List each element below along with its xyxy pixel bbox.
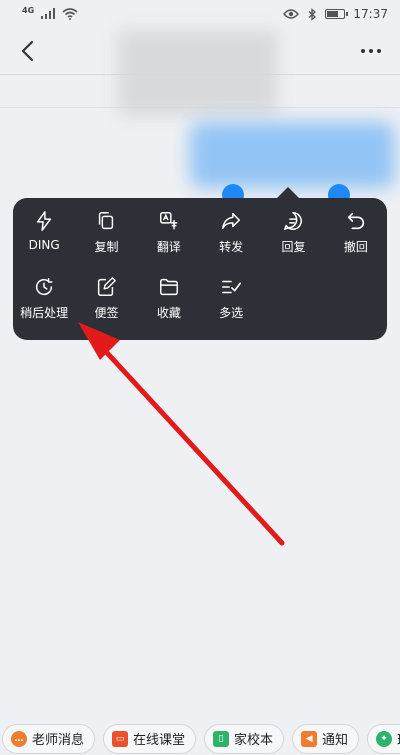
menu-item-favorite[interactable]: 收藏: [138, 276, 200, 328]
blurred-chat-title: [118, 30, 278, 116]
translate-icon: [159, 212, 178, 230]
multiselect-icon: [222, 280, 242, 294]
more-dot-icon: [361, 49, 365, 53]
more-dot-icon: [377, 49, 381, 53]
signal-icon: [41, 8, 56, 19]
note-icon: [98, 277, 117, 296]
class-icon: ✦: [376, 730, 393, 747]
forward-icon: [222, 212, 241, 230]
tag-notice[interactable]: ◀ 通知: [292, 723, 360, 754]
folder-icon: [159, 278, 178, 296]
reply-icon: [284, 212, 303, 230]
menu-item-label: 收藏: [156, 306, 181, 320]
network-type: 4G: [22, 6, 35, 15]
menu-item-label: 复制: [94, 240, 119, 254]
menu-item-ding[interactable]: DING: [13, 210, 75, 262]
back-button[interactable]: [10, 34, 44, 68]
menu-item-label: DING: [28, 238, 60, 252]
menu-item-label: 撤回: [343, 240, 368, 254]
tag-home-school-book[interactable]: ▯ 家校本: [204, 723, 285, 754]
status-right: 17:37: [283, 7, 388, 21]
wifi-icon: [62, 8, 78, 20]
bottom-tag-bar: … 老师消息 ▭ 在线课堂 ▯ 家校本 ◀ 通知 ✦ 班: [0, 722, 400, 755]
tag-label: 家校本: [234, 733, 274, 748]
menu-item-label: 翻译: [156, 240, 181, 254]
menu-item-label: 便签: [94, 306, 119, 320]
menu-item-label: 多选: [219, 306, 244, 320]
book-icon: ▯: [213, 730, 230, 747]
tag-online-classroom[interactable]: ▭ 在线课堂: [103, 723, 197, 754]
menu-item-later[interactable]: 稍后处理: [13, 276, 75, 328]
selected-message-bubble[interactable]: [190, 122, 395, 188]
menu-item-translate[interactable]: 翻译: [138, 210, 200, 262]
classroom-icon: ▭: [112, 730, 129, 747]
menu-item-recall[interactable]: 撤回: [325, 210, 387, 262]
menu-item-label: 稍后处理: [20, 306, 69, 320]
status-left: 4G: [22, 6, 78, 20]
message-context-menu: DING 复制 翻译 转发 回复 撤回 稍后处理 便签 收藏 多选: [13, 198, 387, 340]
eye-icon: [283, 9, 300, 19]
copy-icon: [99, 212, 114, 230]
menu-grid: DING 复制 翻译 转发 回复 撤回 稍后处理 便签 收藏 多选: [13, 210, 387, 328]
lightning-icon: [37, 211, 52, 231]
tag-label: 通知: [322, 733, 349, 748]
back-arrow-icon: [21, 40, 34, 62]
menu-item-label: 转发: [219, 240, 244, 254]
tag-class[interactable]: ✦ 班: [367, 723, 400, 754]
battery-icon: [325, 9, 349, 19]
tag-label: 在线课堂: [133, 733, 186, 748]
status-bar: 4G 17:37: [0, 0, 400, 28]
tag-teacher-messages[interactable]: … 老师消息: [2, 723, 96, 754]
bluetooth-icon: [308, 7, 317, 21]
menu-item-multiselect[interactable]: 多选: [200, 276, 262, 328]
status-time: 17:37: [353, 7, 388, 21]
menu-item-copy[interactable]: 复制: [75, 210, 137, 262]
more-options-button[interactable]: [354, 34, 388, 68]
chat-icon: …: [11, 730, 27, 747]
tag-label: 老师消息: [32, 733, 85, 748]
menu-item-label: 回复: [281, 240, 306, 254]
menu-item-reply[interactable]: 回复: [262, 210, 324, 262]
megaphone-icon: ◀: [301, 730, 318, 747]
clock-icon: [36, 278, 53, 296]
menu-item-forward[interactable]: 转发: [200, 210, 262, 262]
more-dot-icon: [369, 49, 373, 53]
menu-item-note[interactable]: 便签: [75, 276, 137, 328]
undo-icon: [347, 212, 364, 230]
